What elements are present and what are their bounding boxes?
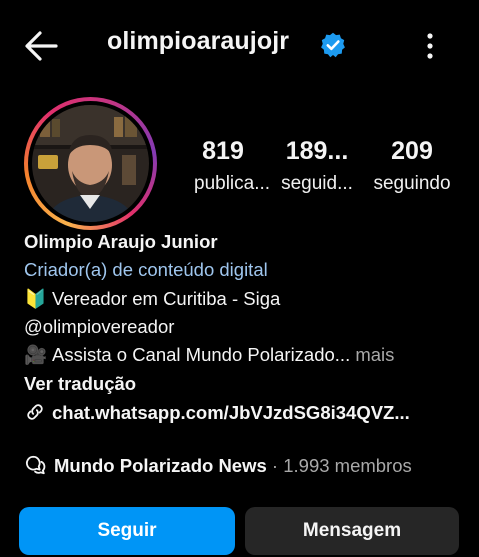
followers-stat[interactable]: 189... seguid...	[277, 136, 357, 196]
more-options-button[interactable]	[418, 28, 442, 64]
avatar-ring-gap	[28, 101, 153, 226]
following-count: 209	[391, 137, 433, 165]
link-icon	[27, 404, 43, 420]
following-stat[interactable]: 209 seguindo	[366, 136, 458, 196]
profile-photo	[32, 105, 149, 222]
bio-line-1: 🔰 Vereador em Curitiba - Siga	[24, 288, 280, 310]
posts-stat[interactable]: 819 publica...	[194, 136, 271, 196]
vertical-dots-icon	[427, 33, 433, 59]
avatar-illustration	[32, 105, 149, 222]
profile-full-name: Olimpio Araujo Junior	[24, 231, 218, 252]
profile-avatar[interactable]	[24, 97, 157, 230]
verified-badge-icon	[321, 32, 345, 58]
bio-line-3-text: Assista o Canal Mundo Polarizado...	[52, 344, 351, 365]
bio-line-3: 🎥 Assista o Canal Mundo Polarizado... mai…	[24, 344, 394, 366]
back-button[interactable]	[22, 28, 62, 64]
bio-line-1-text: Vereador em Curitiba - Siga	[52, 288, 281, 309]
arrow-left-icon	[25, 31, 58, 61]
community-name: Mundo Polarizado News	[54, 455, 267, 476]
following-label: seguindo	[373, 173, 451, 194]
community-member-count: · 1.993 membros	[266, 455, 412, 476]
bio-mention-link[interactable]: @olimpiovereador	[24, 316, 174, 338]
bio-external-link[interactable]: chat.whatsapp.com/JbVJzdSG8i34QVZ...	[24, 401, 410, 424]
followers-count: 189...	[285, 137, 349, 165]
profile-username: olimpioaraujojr	[107, 27, 290, 55]
see-translation-link[interactable]: Ver tradução	[24, 373, 136, 395]
profile-category: Criador(a) de conteúdo digital	[24, 259, 268, 280]
beginner-badge-emoji: 🔰	[24, 288, 48, 309]
top-navigation-bar: olimpioaraujojr	[0, 0, 479, 90]
movie-camera-emoji: 🎥	[24, 344, 48, 365]
posts-label: publica...	[194, 173, 271, 194]
follow-button[interactable]: Seguir	[19, 507, 235, 555]
message-button[interactable]: Mensagem	[245, 507, 459, 555]
chat-bubbles-icon	[25, 455, 46, 475]
followers-label: seguid...	[281, 173, 353, 194]
bio-more-link[interactable]: mais	[350, 344, 394, 365]
community-channel-row[interactable]: Mundo Polarizado News · 1.993 membros	[24, 454, 412, 477]
posts-count: 819	[202, 137, 244, 165]
bio-link-text: chat.whatsapp.com/JbVJzdSG8i34QVZ...	[52, 402, 410, 423]
